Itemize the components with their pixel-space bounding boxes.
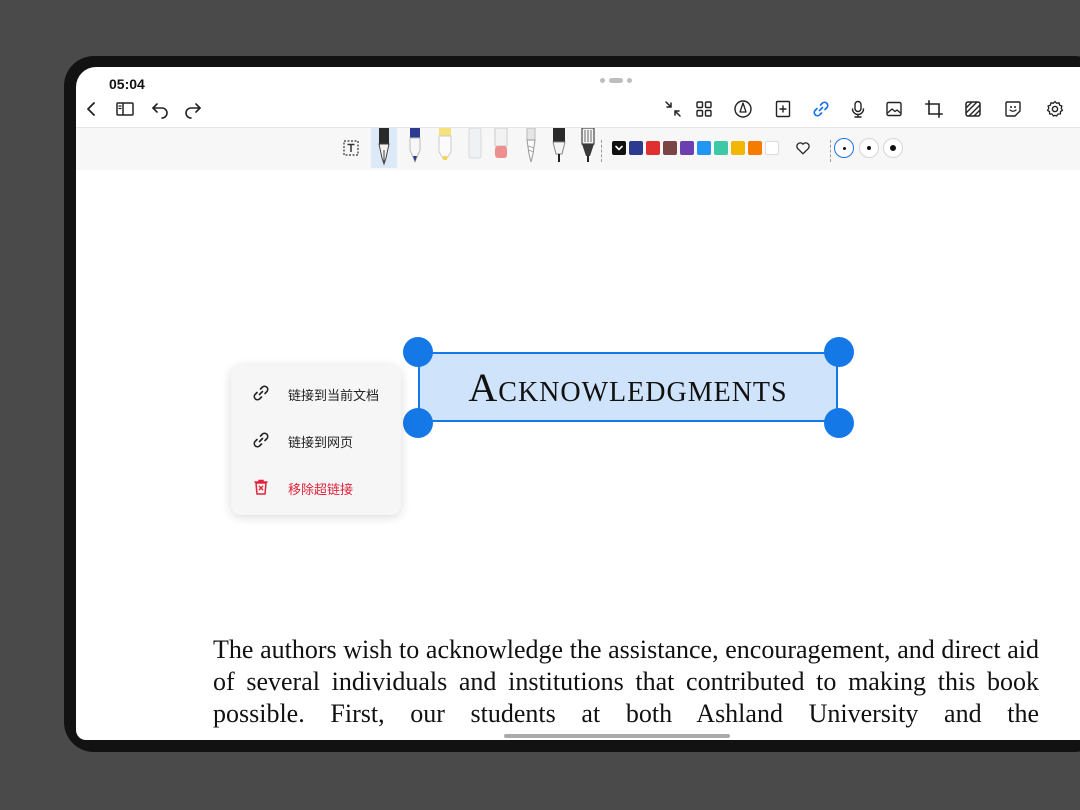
undo-button[interactable]: [144, 93, 176, 125]
fountain-pen-tool[interactable]: [371, 128, 397, 168]
crop-icon: [925, 100, 943, 118]
grid-button[interactable]: [688, 93, 720, 125]
hyperlink-button[interactable]: [805, 93, 837, 125]
add-page-button[interactable]: [767, 93, 799, 125]
selection-handle-bottom-right[interactable]: [824, 408, 854, 438]
grid-icon: [696, 101, 712, 117]
hatch-icon: [965, 101, 981, 117]
selection-handle-top-left[interactable]: [403, 337, 433, 367]
favorite-color-button[interactable]: [787, 132, 819, 164]
color-swatch-yellow[interactable]: [731, 141, 745, 155]
ballpoint-pen-tool[interactable]: [402, 128, 428, 168]
stroke-size-small[interactable]: [834, 138, 854, 158]
pen-toolbar: [76, 127, 1080, 170]
sidebar-icon: [116, 102, 134, 116]
document-heading: Acknowledgments: [468, 364, 788, 410]
add-page-icon: [775, 100, 791, 118]
tablet-screen: 05:04 Acknowledgments 链接到当前文档 链接到网页 移除超链…: [76, 67, 1080, 740]
link-to-current-document[interactable]: 链接到当前文档: [231, 373, 401, 413]
link-icon: [253, 385, 269, 401]
link-to-webpage[interactable]: 链接到网页: [231, 420, 401, 460]
color-swatch-blue[interactable]: [697, 141, 711, 155]
chevron-down-icon: [615, 145, 623, 151]
selection-handle-top-right[interactable]: [824, 337, 854, 367]
status-time: 05:04: [109, 76, 145, 92]
stroke-size-large[interactable]: [883, 138, 903, 158]
top-toolbar: [76, 93, 1080, 127]
color-swatch-red[interactable]: [646, 141, 660, 155]
settings-icon: [1046, 100, 1064, 117]
brush-icon: [526, 128, 536, 163]
text-box-tool[interactable]: [338, 128, 364, 168]
clear-highlighter-tool[interactable]: [462, 128, 488, 168]
collapse-button[interactable]: [657, 93, 689, 125]
delete-icon: [254, 479, 268, 495]
image-icon: [886, 101, 902, 117]
text-box-icon: [343, 140, 359, 156]
selected-heading-box[interactable]: Acknowledgments: [418, 352, 838, 422]
pen-tool-icon: [734, 100, 752, 118]
fineliner-tool[interactable]: [546, 128, 572, 168]
heart-icon: [796, 142, 810, 155]
fountain-pen-icon: [378, 128, 390, 166]
color-swatch-navy[interactable]: [629, 141, 643, 155]
color-swatch-teal[interactable]: [714, 141, 728, 155]
sticker-button[interactable]: [997, 93, 1029, 125]
menu-item-label: 链接到当前文档: [288, 389, 380, 404]
yellow-highlighter-tool[interactable]: [432, 128, 458, 168]
voice-record-button[interactable]: [842, 93, 874, 125]
color-swatch-purple[interactable]: [680, 141, 694, 155]
window-drag-handle[interactable]: [600, 78, 632, 83]
document-body-text: The authors wish to acknowledge the assi…: [213, 635, 1039, 728]
back-button[interactable]: [76, 93, 108, 125]
menu-item-label: 链接到网页: [288, 436, 354, 451]
crop-button[interactable]: [918, 93, 950, 125]
hyperlink-context-menu: 链接到当前文档 链接到网页 移除超链接: [231, 365, 401, 515]
color-swatch-black[interactable]: [612, 141, 626, 155]
selection-handle-bottom-left[interactable]: [403, 408, 433, 438]
brush-pen-tool[interactable]: [518, 128, 544, 168]
marker-icon: [581, 128, 595, 162]
toolbar-separator: [601, 140, 602, 162]
microphone-icon: [851, 100, 865, 118]
remove-hyperlink[interactable]: 移除超链接: [231, 467, 401, 507]
marker-tool[interactable]: [575, 128, 601, 168]
toolbar-separator: [830, 140, 831, 162]
undo-icon: [152, 103, 168, 119]
pattern-button[interactable]: [957, 93, 989, 125]
color-swatch-white[interactable]: [765, 141, 779, 155]
ballpoint-pen-icon: [409, 128, 421, 164]
sidebar-toggle-button[interactable]: [109, 93, 141, 125]
sticker-icon: [1005, 101, 1021, 117]
link-icon: [813, 101, 829, 117]
pen-mode-button[interactable]: [727, 93, 759, 125]
collapse-icon: [665, 101, 681, 117]
horizontal-scrollbar[interactable]: [504, 734, 730, 738]
color-swatch-orange[interactable]: [748, 141, 762, 155]
insert-image-button[interactable]: [878, 93, 910, 125]
clear-marker-icon: [468, 128, 482, 159]
settings-button[interactable]: [1039, 93, 1071, 125]
redo-button[interactable]: [177, 93, 209, 125]
menu-item-label: 移除超链接: [288, 483, 354, 498]
eraser-tool[interactable]: [488, 128, 514, 168]
back-icon: [87, 102, 95, 116]
eraser-icon: [494, 128, 508, 158]
highlighter-icon: [438, 128, 452, 160]
fineliner-icon: [552, 128, 566, 162]
redo-icon: [185, 103, 201, 119]
link-icon: [253, 432, 269, 448]
stroke-size-medium[interactable]: [859, 138, 879, 158]
color-swatch-brown[interactable]: [663, 141, 677, 155]
